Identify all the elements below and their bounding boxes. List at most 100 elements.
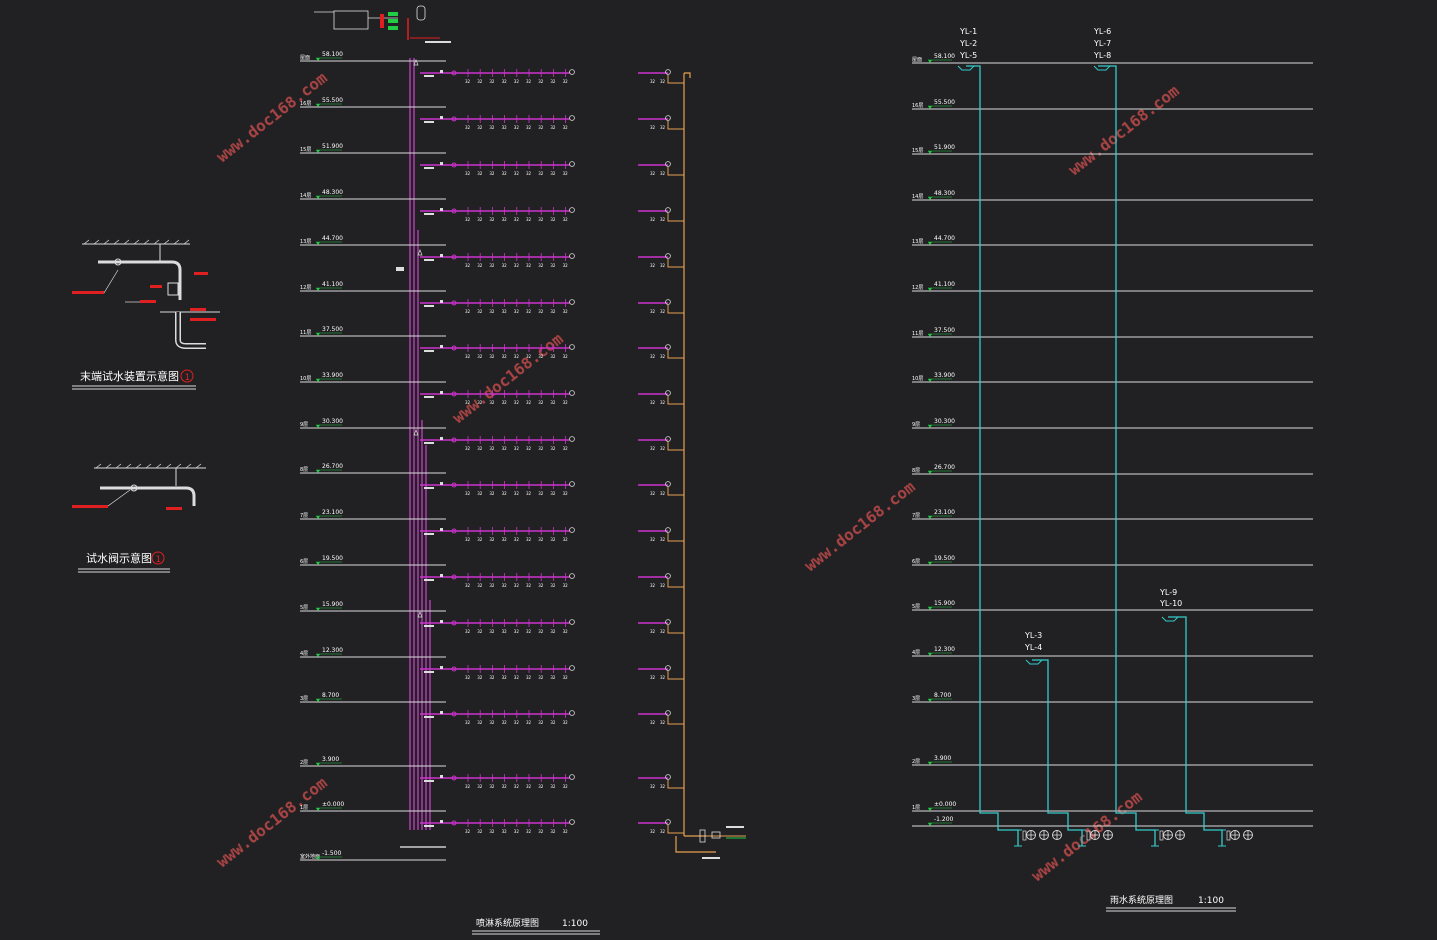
elevation-value: ±0.000 xyxy=(322,801,344,808)
pipe-size-label: 32 xyxy=(660,263,666,268)
pipe-size-label: 32 xyxy=(650,491,656,496)
tag-yl-4: YL-4 xyxy=(1024,643,1042,652)
floor-name: 12层 xyxy=(912,285,923,291)
flow-switch xyxy=(440,300,443,303)
floor-name: 4层 xyxy=(300,651,308,657)
tag-yl-3: YL-3 xyxy=(1024,631,1042,640)
branch-label xyxy=(424,825,434,827)
pipe-size-label: 32 xyxy=(550,79,556,84)
floor-name: 13层 xyxy=(300,239,311,245)
flow-switch xyxy=(440,482,443,485)
pipe-size-label: 32 xyxy=(465,629,471,634)
pipe-size-label: 32 xyxy=(489,720,495,725)
branch-label xyxy=(424,350,434,352)
pipe-size-label: 32 xyxy=(650,125,656,130)
pipe-size-label: 32 xyxy=(489,400,495,405)
pipe-size-label: 32 xyxy=(526,309,532,314)
floor-name: 3层 xyxy=(300,696,308,702)
pipe-size-label: 32 xyxy=(650,171,656,176)
pipe-size-label: 32 xyxy=(489,583,495,588)
pipe-size-label: 32 xyxy=(660,400,666,405)
pipe-size-label: 32 xyxy=(526,537,532,542)
pipe-size-label: 32 xyxy=(514,675,520,680)
detail-1-title: 末端试水装置示意图 xyxy=(80,369,179,383)
pipe-size-label: 32 xyxy=(550,537,556,542)
floor-name: 2层 xyxy=(912,759,920,765)
pipe-size-label: 32 xyxy=(477,263,483,268)
pipe-size-label: 32 xyxy=(502,583,508,588)
pipe-size-label: 32 xyxy=(550,309,556,314)
floor-name: 15层 xyxy=(912,148,923,154)
elevation-value: 58.100 xyxy=(934,53,955,60)
floor-name: 9层 xyxy=(300,422,308,428)
pipe-size-label: 32 xyxy=(550,829,556,834)
pipe-size-label: 32 xyxy=(502,675,508,680)
pipe-size-label: 32 xyxy=(465,400,471,405)
pipe-size-label: 32 xyxy=(489,629,495,634)
pipe-size-label: 32 xyxy=(465,125,471,130)
branch-label xyxy=(424,671,434,673)
pipe-size-label: 32 xyxy=(514,583,520,588)
pipe-size-label: 32 xyxy=(538,309,544,314)
pipe-size-label: 32 xyxy=(526,583,532,588)
elevation-value: 3.900 xyxy=(934,755,951,762)
pipe-size-label: 32 xyxy=(502,629,508,634)
pipe-size-label: 32 xyxy=(489,354,495,359)
pipe-size-label: 32 xyxy=(550,125,556,130)
floor-name: 3层 xyxy=(912,696,920,702)
pipe-size-label: 32 xyxy=(650,784,656,789)
pipe-size-label: 32 xyxy=(563,263,569,268)
floor-name: 屋面 xyxy=(300,55,310,61)
elevation-value: 37.500 xyxy=(322,326,343,333)
elevation-value: -1.200 xyxy=(934,816,954,823)
pipe-size-label: 32 xyxy=(489,79,495,84)
floor-name: 14层 xyxy=(912,194,923,200)
elevation-value: 48.300 xyxy=(934,190,955,197)
pipe-size-label: 32 xyxy=(550,675,556,680)
pipe-size-label: 32 xyxy=(477,784,483,789)
pipe-size-label: 32 xyxy=(477,491,483,496)
pipe-size-label: 32 xyxy=(550,400,556,405)
pipe-size-label: 32 xyxy=(526,784,532,789)
pipe-size-label: 32 xyxy=(514,354,520,359)
pipe-size-label: 32 xyxy=(514,720,520,725)
pipe-size-label: 32 xyxy=(477,79,483,84)
pipe-size-label: 32 xyxy=(502,446,508,451)
pipe-size-label: 32 xyxy=(465,354,471,359)
pipe-size-label: 32 xyxy=(550,784,556,789)
pipe-size-label: 32 xyxy=(514,309,520,314)
floor-name: 8层 xyxy=(300,467,308,473)
pipe-size-label: 32 xyxy=(650,79,656,84)
pipe-size-label: 32 xyxy=(477,583,483,588)
floor-name: 6层 xyxy=(300,559,308,565)
pipe-size-label: 32 xyxy=(514,446,520,451)
pipe-size-label: 32 xyxy=(526,629,532,634)
pipe-size-label: 32 xyxy=(477,720,483,725)
pipe-size-label: 32 xyxy=(538,784,544,789)
elevation-value: 41.100 xyxy=(934,281,955,288)
pipe-size-label: 32 xyxy=(489,491,495,496)
floor-name: 7层 xyxy=(300,513,308,519)
pipe-size-label: 32 xyxy=(514,491,520,496)
pipe-size-label: 32 xyxy=(563,491,569,496)
pipe-size-label: 32 xyxy=(489,125,495,130)
floor-name: 室外地面 xyxy=(300,853,320,860)
pipe-size-label: 32 xyxy=(550,217,556,222)
pipe-size-label: 32 xyxy=(650,446,656,451)
pipe-size-label: 32 xyxy=(489,537,495,542)
flow-switch xyxy=(440,254,443,257)
sprinkler-diagram-title: 喷淋系统原理图 xyxy=(476,917,539,929)
pipe-size-label: 32 xyxy=(650,829,656,834)
floor-name: 9层 xyxy=(912,422,920,428)
elevation-value: 55.500 xyxy=(322,97,343,104)
pipe-size-label: 32 xyxy=(489,171,495,176)
pipe-size-label: 32 xyxy=(660,720,666,725)
pipe-size-label: 32 xyxy=(526,400,532,405)
pipe-size-label: 32 xyxy=(538,171,544,176)
branch-label xyxy=(424,716,434,718)
tag-yl-1: YL-1 xyxy=(959,27,977,36)
pipe-size-label: 32 xyxy=(526,491,532,496)
pipe-size-label: 32 xyxy=(465,784,471,789)
floor-name: 6层 xyxy=(912,559,920,565)
pipe-size-label: 32 xyxy=(538,583,544,588)
